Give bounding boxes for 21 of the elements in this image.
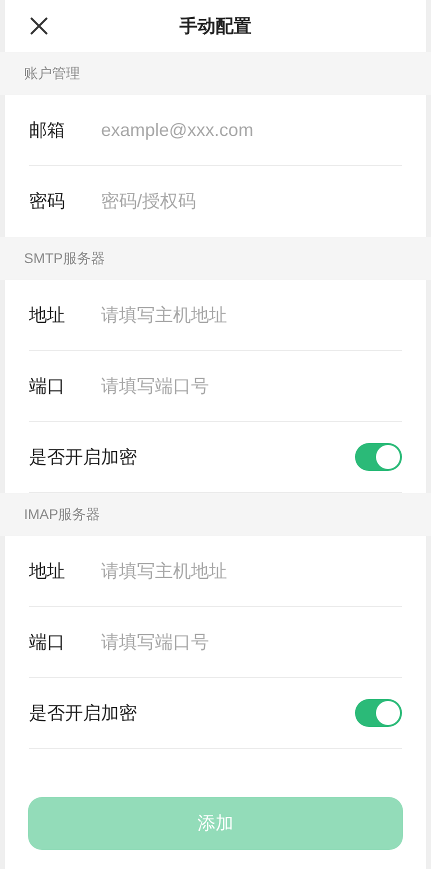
field-label: 密码 [29, 190, 66, 213]
section-title: SMTP服务器 [23, 249, 106, 268]
page-title: 手动配置 [180, 14, 252, 38]
field-label: 是否开启加密 [29, 446, 137, 468]
field-label: 地址 [29, 304, 66, 326]
input-field[interactable]: 请填写端口号 [101, 622, 402, 662]
toggle-switch[interactable] [355, 443, 402, 471]
section-title: IMAP服务器 [23, 505, 102, 524]
input-field[interactable]: example@xxx.com [101, 110, 402, 150]
field-label: 地址 [29, 560, 66, 582]
input-field[interactable]: 请填写端口号 [101, 366, 402, 406]
close-icon [29, 16, 49, 36]
section-title: 账户管理 [23, 64, 81, 83]
field-label: 邮箱 [29, 118, 66, 142]
field-label: 是否开启加密 [29, 702, 137, 724]
toggle-switch[interactable] [355, 699, 402, 727]
input-field[interactable]: 密码/授权码 [101, 182, 402, 222]
field-label: 端口 [29, 374, 66, 398]
input-field[interactable]: 请填写主机地址 [101, 551, 402, 591]
input-field[interactable]: 请填写主机地址 [101, 295, 402, 335]
field-label: 端口 [29, 630, 66, 654]
